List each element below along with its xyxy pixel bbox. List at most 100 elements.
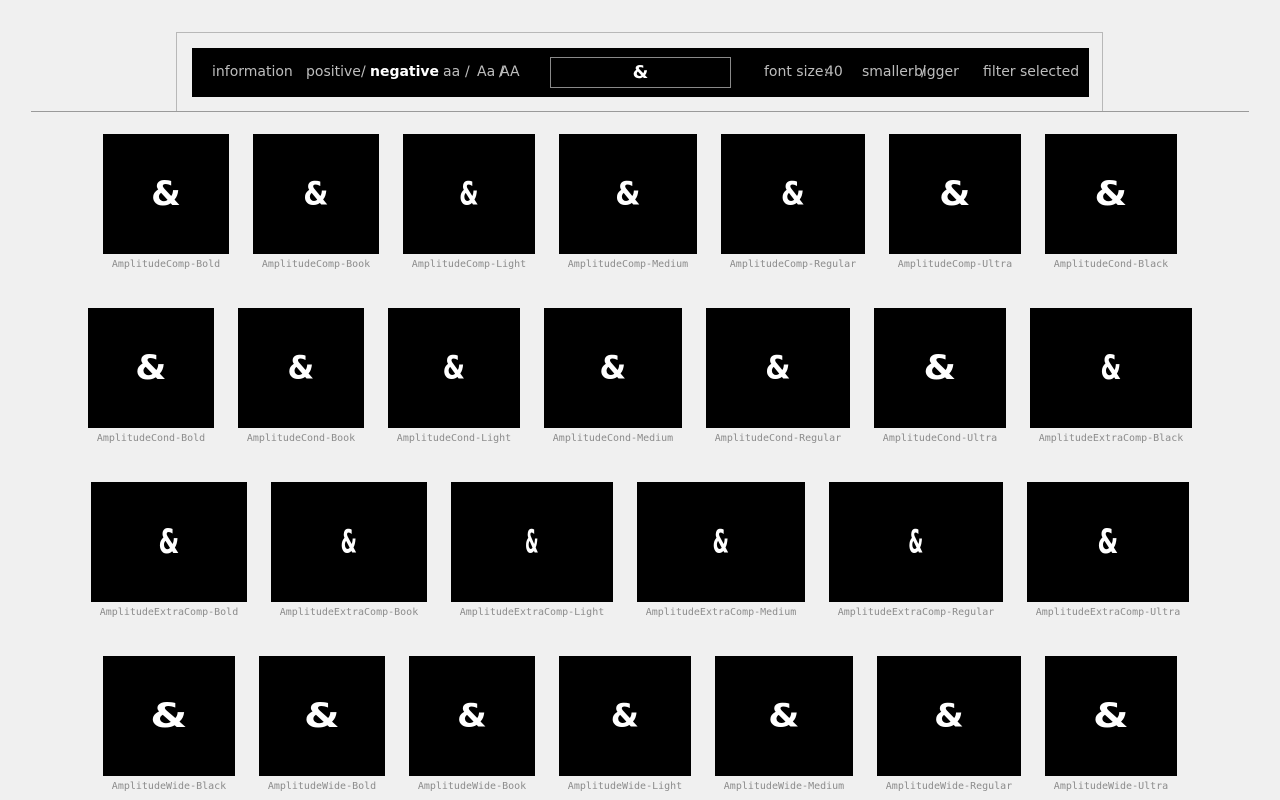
font-preview-glyph: & bbox=[1097, 522, 1119, 562]
font-name-label: AmplitudeCond-Ultra bbox=[882, 433, 998, 444]
font-preview-glyph: & bbox=[304, 696, 340, 736]
font-card[interactable]: & AmplitudeWide-Bold bbox=[259, 656, 385, 796]
font-preview-glyph: & bbox=[934, 697, 964, 735]
font-card[interactable]: & AmplitudeWide-Ultra bbox=[1045, 656, 1177, 796]
font-card[interactable]: & AmplitudeComp-Light bbox=[403, 134, 535, 274]
positive-negative-separator: / bbox=[361, 64, 366, 80]
font-preview-glyph: & bbox=[287, 349, 315, 387]
font-name-label: AmplitudeWide-Medium bbox=[723, 781, 845, 792]
bigger-button[interactable]: bigger bbox=[914, 48, 959, 97]
font-card[interactable]: & AmplitudeWide-Black bbox=[103, 656, 235, 796]
case-upper-toggle[interactable]: AA bbox=[500, 48, 520, 97]
font-preview-glyph: & bbox=[158, 522, 180, 562]
font-card[interactable]: & AmplitudeWide-Book bbox=[409, 656, 535, 796]
font-name-label: AmplitudeExtraComp-Bold bbox=[99, 607, 239, 618]
font-name-label: AmplitudeCond-Medium bbox=[552, 433, 674, 444]
font-preview-glyph: & bbox=[599, 349, 627, 387]
positive-toggle[interactable]: positive bbox=[306, 48, 361, 97]
font-preview-glyph: & bbox=[908, 523, 924, 561]
case-lower-toggle[interactable]: aa bbox=[443, 48, 460, 97]
information-link[interactable]: information bbox=[212, 48, 293, 97]
font-preview-glyph: & bbox=[151, 174, 181, 214]
font-card[interactable]: & AmplitudeCond-Medium bbox=[544, 308, 682, 448]
toolbar-divider bbox=[31, 111, 1249, 112]
font-preview-tile[interactable]: & bbox=[874, 308, 1006, 428]
font-card[interactable]: & AmplitudeCond-Regular bbox=[706, 308, 850, 448]
negative-toggle[interactable]: negative bbox=[370, 48, 439, 97]
font-card[interactable]: & AmplitudeExtraComp-Regular bbox=[829, 482, 1003, 622]
font-card[interactable]: & AmplitudeExtraComp-Bold bbox=[91, 482, 247, 622]
font-preview-tile[interactable]: & bbox=[88, 308, 214, 428]
font-preview-tile[interactable]: & bbox=[451, 482, 613, 602]
font-preview-glyph: & bbox=[1093, 696, 1129, 736]
font-preview-tile[interactable]: & bbox=[1045, 656, 1177, 776]
font-name-label: AmplitudeComp-Book bbox=[261, 259, 371, 270]
font-preview-tile[interactable]: & bbox=[889, 134, 1021, 254]
font-card[interactable]: & AmplitudeWide-Medium bbox=[715, 656, 853, 796]
font-size-value: 40 bbox=[825, 64, 843, 80]
font-preview-tile[interactable]: & bbox=[559, 656, 691, 776]
font-preview-tile[interactable]: & bbox=[715, 656, 853, 776]
font-name-label: AmplitudeCond-Light bbox=[396, 433, 512, 444]
font-name-label: AmplitudeWide-Ultra bbox=[1053, 781, 1169, 792]
smaller-button[interactable]: smaller bbox=[862, 48, 914, 97]
font-preview-tile[interactable]: & bbox=[559, 134, 697, 254]
font-preview-tile[interactable]: & bbox=[1027, 482, 1189, 602]
font-card[interactable]: & AmplitudeComp-Bold bbox=[103, 134, 229, 274]
font-card[interactable]: & AmplitudeCond-Light bbox=[388, 308, 520, 448]
font-preview-tile[interactable]: & bbox=[238, 308, 364, 428]
font-card[interactable]: & AmplitudeComp-Ultra bbox=[889, 134, 1021, 274]
font-card[interactable]: & AmplitudeExtraComp-Ultra bbox=[1027, 482, 1189, 622]
font-preview-glyph: & bbox=[150, 696, 188, 736]
font-name-label: AmplitudeExtraComp-Black bbox=[1038, 433, 1184, 444]
font-preview-tile[interactable]: & bbox=[544, 308, 682, 428]
font-preview-glyph: & bbox=[442, 349, 466, 387]
font-preview-tile[interactable]: & bbox=[721, 134, 865, 254]
font-preview-glyph: & bbox=[135, 348, 167, 388]
font-name-label: AmplitudeWide-Light bbox=[567, 781, 683, 792]
font-card[interactable]: & AmplitudeComp-Regular bbox=[721, 134, 865, 274]
font-card[interactable]: & AmplitudeCond-Bold bbox=[88, 308, 214, 448]
font-card[interactable]: & AmplitudeExtraComp-Black bbox=[1030, 308, 1192, 448]
font-name-label: AmplitudeExtraComp-Light bbox=[459, 607, 605, 618]
font-preview-glyph: & bbox=[712, 523, 730, 561]
font-preview-glyph: & bbox=[781, 175, 805, 213]
font-preview-tile[interactable]: & bbox=[91, 482, 247, 602]
font-preview-glyph: & bbox=[340, 523, 358, 561]
font-preview-tile[interactable]: & bbox=[409, 656, 535, 776]
font-preview-tile[interactable]: & bbox=[271, 482, 427, 602]
font-card[interactable]: & AmplitudeExtraComp-Light bbox=[451, 482, 613, 622]
font-preview-glyph: & bbox=[939, 174, 971, 214]
font-preview-glyph: & bbox=[1100, 348, 1122, 388]
font-preview-tile[interactable]: & bbox=[103, 656, 235, 776]
font-preview-tile[interactable]: & bbox=[1045, 134, 1177, 254]
font-preview-glyph: & bbox=[610, 697, 640, 735]
font-preview-tile[interactable]: & bbox=[706, 308, 850, 428]
font-preview-tile[interactable]: & bbox=[259, 656, 385, 776]
font-preview-tile[interactable]: & bbox=[103, 134, 229, 254]
case-title-toggle[interactable]: Aa bbox=[477, 48, 495, 97]
font-card[interactable]: & AmplitudeCond-Book bbox=[238, 308, 364, 448]
sample-text-input[interactable] bbox=[550, 57, 731, 88]
font-preview-tile[interactable]: & bbox=[253, 134, 379, 254]
font-preview-tile[interactable]: & bbox=[637, 482, 805, 602]
font-card[interactable]: & AmplitudeWide-Regular bbox=[877, 656, 1021, 796]
font-preview-glyph: & bbox=[457, 697, 487, 735]
font-card[interactable]: & AmplitudeCond-Black bbox=[1045, 134, 1177, 274]
font-preview-tile[interactable]: & bbox=[388, 308, 520, 428]
filter-selected-button[interactable]: filter selected bbox=[983, 48, 1079, 97]
font-preview-tile[interactable]: & bbox=[1030, 308, 1192, 428]
font-name-label: AmplitudeExtraComp-Book bbox=[279, 607, 419, 618]
font-card[interactable]: & AmplitudeExtraComp-Medium bbox=[637, 482, 805, 622]
font-card[interactable]: & AmplitudeComp-Book bbox=[253, 134, 379, 274]
font-card[interactable]: & AmplitudeExtraComp-Book bbox=[271, 482, 427, 622]
font-preview-tile[interactable]: & bbox=[877, 656, 1021, 776]
font-card[interactable]: & AmplitudeCond-Ultra bbox=[874, 308, 1006, 448]
font-preview-glyph: & bbox=[303, 175, 329, 213]
font-card[interactable]: & AmplitudeWide-Light bbox=[559, 656, 691, 796]
font-preview-tile[interactable]: & bbox=[829, 482, 1003, 602]
font-name-label: AmplitudeCond-Regular bbox=[714, 433, 842, 444]
font-name-label: AmplitudeExtraComp-Medium bbox=[645, 607, 797, 618]
font-card[interactable]: & AmplitudeComp-Medium bbox=[559, 134, 697, 274]
font-preview-tile[interactable]: & bbox=[403, 134, 535, 254]
